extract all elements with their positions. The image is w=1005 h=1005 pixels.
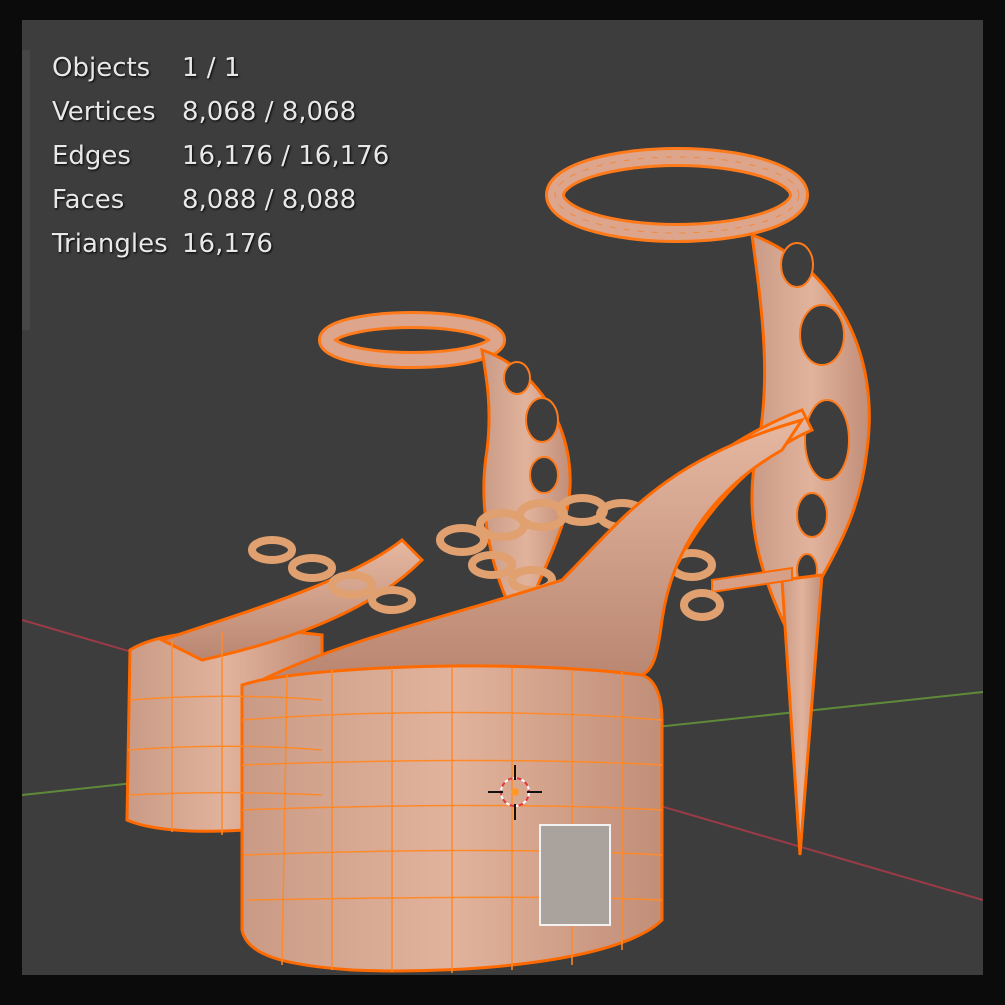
stat-value: 1 / 1 bbox=[182, 53, 241, 83]
stiletto-heel bbox=[780, 573, 824, 856]
stat-row-triangles: Triangles 16,176 bbox=[52, 222, 389, 266]
stat-row-vertices: Vertices 8,068 / 8,068 bbox=[52, 90, 389, 134]
stat-value: 16,176 bbox=[182, 229, 273, 259]
stat-value: 8,068 / 8,068 bbox=[182, 97, 357, 127]
stat-label: Vertices bbox=[52, 97, 156, 127]
stat-label: Faces bbox=[52, 185, 125, 215]
stat-row-edges: Edges 16,176 / 16,176 bbox=[52, 134, 389, 178]
3d-viewport[interactable]: Objects 1 / 1 Vertices 8,068 / 8,068 Edg… bbox=[22, 20, 983, 975]
stat-label: Objects bbox=[52, 53, 151, 83]
stat-row-objects: Objects 1 / 1 bbox=[52, 46, 389, 90]
selected-face[interactable] bbox=[539, 824, 611, 926]
stat-value: 16,176 / 16,176 bbox=[182, 141, 390, 171]
stat-row-faces: Faces 8,088 / 8,088 bbox=[52, 178, 389, 222]
back-ankle-ring bbox=[545, 147, 809, 243]
stat-label: Edges bbox=[52, 141, 131, 171]
scene-statistics-overlay: Objects 1 / 1 Vertices 8,068 / 8,068 Edg… bbox=[52, 46, 389, 266]
front-ankle-ring bbox=[318, 311, 506, 369]
window-frame: Objects 1 / 1 Vertices 8,068 / 8,068 Edg… bbox=[0, 0, 1005, 1005]
stat-value: 8,088 / 8,088 bbox=[182, 185, 357, 215]
stat-label: Triangles bbox=[52, 229, 168, 259]
